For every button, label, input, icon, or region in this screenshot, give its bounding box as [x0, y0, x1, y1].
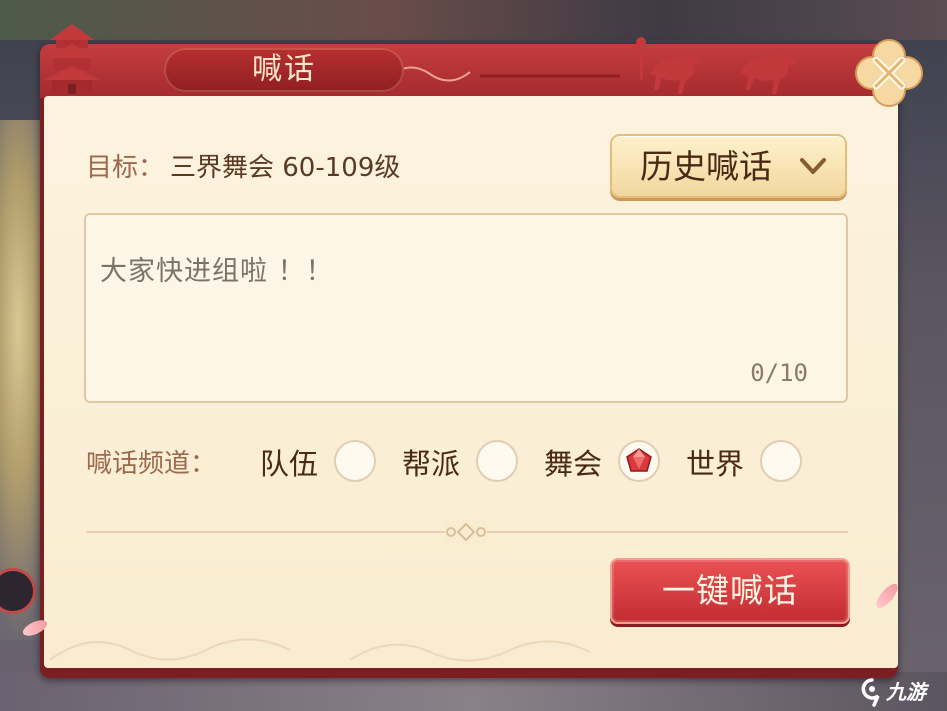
- channel-option-guild[interactable]: 帮派: [402, 440, 522, 488]
- close-icon[interactable]: [852, 36, 926, 110]
- message-input[interactable]: 大家快进组啦 ！！ 0/10: [84, 213, 848, 403]
- chevron-down-icon: [800, 158, 826, 174]
- ruby-gem-icon: [626, 448, 652, 472]
- char-counter: 0/10: [750, 359, 808, 387]
- channel-option-label: 队伍: [260, 447, 319, 481]
- history-shout-label: 历史喊话: [640, 147, 772, 186]
- nine-game-logo-icon: [861, 678, 880, 707]
- one-click-shout-label: 一键喊话: [662, 571, 798, 610]
- channel-radio[interactable]: [760, 440, 802, 482]
- divider-ornament-icon: [445, 520, 487, 544]
- channel-option-label: 舞会: [544, 447, 603, 481]
- history-shout-button[interactable]: 历史喊话: [610, 134, 847, 198]
- horses-ornament: [636, 37, 798, 94]
- dialog-title: 喊话: [252, 52, 316, 87]
- channel-label: 喊话频道：: [86, 449, 217, 479]
- header-cloud-ornament: [389, 66, 620, 82]
- channel-option-team[interactable]: 队伍: [260, 440, 380, 488]
- watermark-logo: 九游: [860, 676, 944, 708]
- target-label: 目标：: [86, 153, 165, 183]
- channel-option-dance[interactable]: 舞会: [544, 440, 664, 488]
- channel-option-label: 帮派: [402, 447, 461, 481]
- channel-radio-selected[interactable]: [618, 440, 660, 482]
- message-text: 大家快进组啦 ！！: [100, 256, 334, 287]
- channel-radio[interactable]: [476, 440, 518, 482]
- target-value: 三界舞会 60-109级: [170, 153, 401, 183]
- channel-radio[interactable]: [334, 440, 376, 482]
- cloud-pattern-ornament: [50, 638, 591, 662]
- one-click-shout-button[interactable]: 一键喊话: [610, 558, 850, 624]
- pagoda-icon: [44, 24, 100, 94]
- watermark-text: 九游: [886, 680, 926, 704]
- channel-option-world[interactable]: 世界: [686, 440, 806, 488]
- channel-option-label: 世界: [686, 447, 745, 481]
